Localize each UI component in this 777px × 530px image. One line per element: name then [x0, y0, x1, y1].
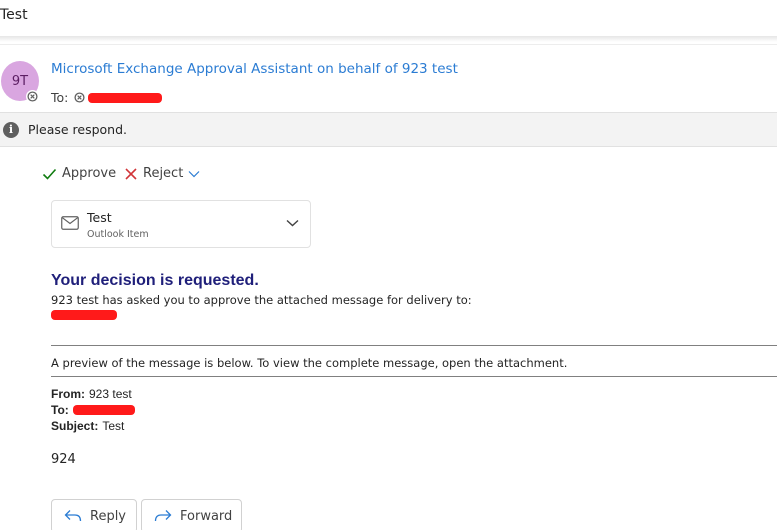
reply-label: Reply	[90, 508, 127, 524]
message-subject: Subject: Test	[51, 419, 124, 433]
subject-divider	[0, 36, 777, 42]
subject-bar: Test	[0, 0, 777, 36]
info-bar: i Please respond.	[0, 112, 777, 147]
decision-heading: Your decision is requested.	[51, 272, 259, 289]
to-label: To:	[51, 90, 69, 105]
message-to-label: To:	[51, 403, 69, 417]
message-body: 924	[51, 452, 76, 467]
recipient-redacted[interactable]	[88, 92, 163, 103]
reject-button[interactable]: Reject	[124, 166, 200, 181]
decision-text: 923 test has asked you to approve the at…	[51, 293, 472, 307]
email-subject: Test	[0, 7, 28, 23]
from-value: 923 test	[89, 387, 132, 401]
forward-arrow-icon	[154, 510, 172, 522]
approve-button[interactable]: Approve	[42, 166, 116, 181]
x-icon	[125, 167, 137, 180]
preview-notice: A preview of the message is below. To vi…	[51, 356, 568, 370]
sender-name[interactable]: Microsoft Exchange Approval Assistant on…	[51, 61, 458, 77]
checkmark-icon	[42, 168, 57, 180]
message-from: From: 923 test	[51, 387, 132, 401]
avatar-initials: 9T	[11, 73, 29, 89]
info-text: Please respond.	[28, 122, 128, 137]
forward-label: Forward	[180, 508, 233, 524]
approve-label: Approve	[62, 166, 117, 181]
reply-arrow-icon	[64, 510, 82, 522]
preview-top-rule	[51, 345, 777, 346]
mail-icon	[61, 216, 79, 230]
info-icon: i	[3, 122, 19, 138]
forward-button[interactable]: Forward	[141, 499, 242, 530]
attachment-type: Outlook Item	[87, 229, 149, 240]
attachment-name: Test	[87, 210, 112, 225]
chevron-down-icon[interactable]	[286, 219, 299, 227]
reject-label: Reject	[143, 166, 184, 181]
recipient-presence-icon	[74, 92, 85, 103]
from-label: From:	[51, 387, 85, 401]
chevron-down-icon	[188, 170, 200, 177]
decision-recipient-redacted	[51, 310, 117, 320]
header-divider	[0, 44, 777, 45]
subject-value: Test	[102, 419, 125, 433]
subject-label: Subject:	[51, 419, 99, 433]
preview-bottom-rule	[51, 376, 777, 377]
presence-offline-icon	[26, 90, 39, 103]
attachment-card[interactable]: Test Outlook Item	[51, 200, 311, 248]
to-line: To:	[51, 90, 163, 105]
message-to: To:	[51, 403, 135, 417]
reply-button[interactable]: Reply	[51, 499, 137, 530]
message-to-redacted	[72, 405, 135, 415]
